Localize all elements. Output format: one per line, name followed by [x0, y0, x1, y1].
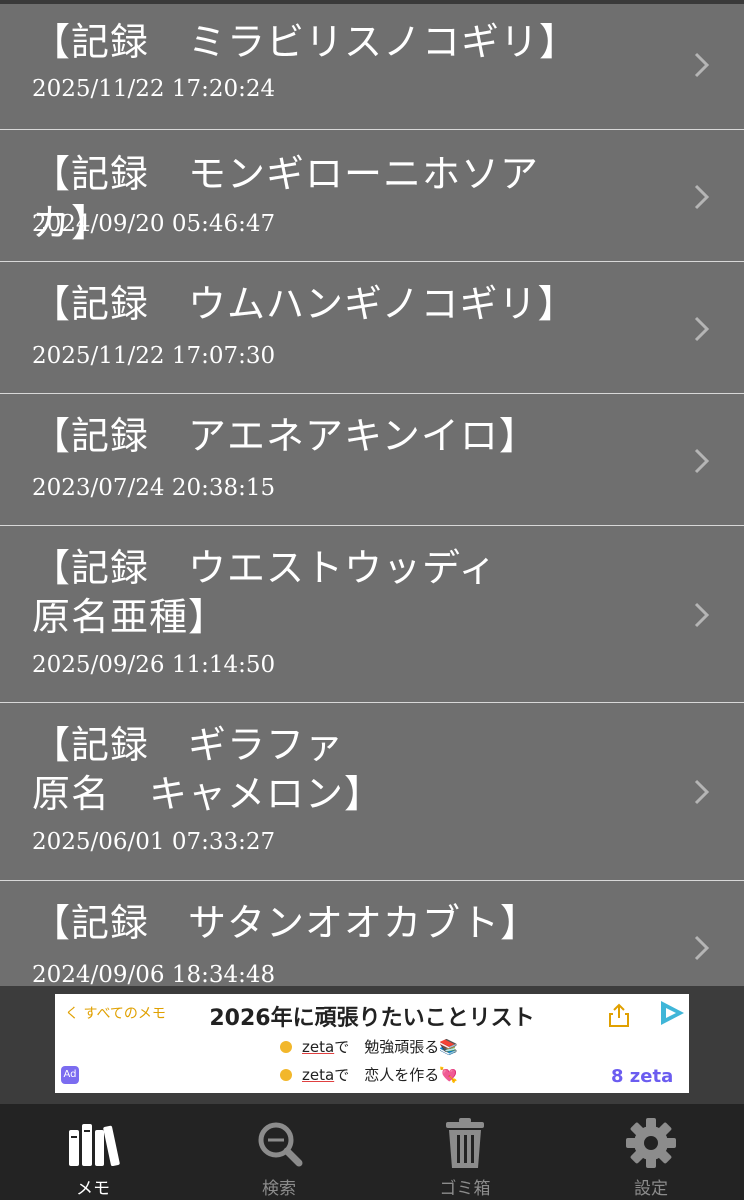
- memo-title: 【記録 アエネアキンイロ】: [32, 414, 538, 458]
- ad-line-text: で 恋人を作る💘: [334, 1066, 458, 1084]
- zeta-logo: 8 zeta: [611, 1066, 674, 1087]
- tab-trash[interactable]: ゴミ箱: [372, 1104, 558, 1200]
- chevron-right-icon: [694, 602, 710, 628]
- tab-label: 検索: [262, 1179, 296, 1199]
- memo-list-item[interactable]: 【記録 サタンオオカブト】 2024/09/06 18:34:48: [0, 881, 744, 986]
- memo-list[interactable]: 【記録 ミラビリスノコギリ】 2025/11/22 17:20:24 【記録 モ…: [0, 4, 744, 986]
- search-icon: [258, 1122, 303, 1167]
- memo-list-item[interactable]: 【記録 モンギローニホソアカ】 2024/09/20 05:46:47: [0, 130, 744, 262]
- memo-list-item[interactable]: 【記録 ウエストウッディ 原名亜種】 2025/09/26 11:14:50: [0, 526, 744, 703]
- memo-date: 2024/09/20 05:46:47: [32, 211, 276, 237]
- memo-title: 【記録 ミラビリスノコギリ】: [32, 20, 579, 64]
- books-icon: [69, 1124, 120, 1167]
- tab-settings[interactable]: 設定: [558, 1104, 744, 1200]
- ad-line-2: zetaで 恋人を作る💘: [280, 1064, 458, 1085]
- bullet-icon: [280, 1041, 292, 1053]
- ad-banner-area: く すべてのメモ 2026年に頑張りたいことリスト zetaで 勉強頑張る📚 z…: [0, 986, 744, 1104]
- tab-memo[interactable]: メモ: [0, 1104, 186, 1200]
- memo-date: 2025/09/26 11:14:50: [32, 652, 276, 678]
- chevron-right-icon: [694, 184, 710, 210]
- memo-list-item[interactable]: 【記録 ウムハンギノコギリ】 2025/11/22 17:07:30: [0, 262, 744, 394]
- memo-date: 2025/11/22 17:20:24: [32, 76, 276, 102]
- share-icon: [609, 1003, 629, 1027]
- memo-list-item[interactable]: 【記録 アエネアキンイロ】 2023/07/24 20:38:15: [0, 394, 744, 526]
- ad-line-1: zetaで 勉強頑張る📚: [280, 1036, 458, 1057]
- memo-title: 【記録 ウムハンギノコギリ】: [32, 282, 577, 326]
- ad-brand: zeta: [302, 1066, 335, 1084]
- memo-date: 2023/07/24 20:38:15: [32, 475, 276, 501]
- memo-title: 【記録 ウエストウッディ 原名亜種】: [32, 546, 498, 639]
- ad-line-text: で 勉強頑張る📚: [334, 1038, 458, 1056]
- chevron-right-icon: [694, 316, 710, 342]
- memo-date: 2025/11/22 17:07:30: [32, 343, 276, 369]
- ad-banner[interactable]: く すべてのメモ 2026年に頑張りたいことリスト zetaで 勉強頑張る📚 z…: [55, 994, 689, 1093]
- tab-search[interactable]: 検索: [186, 1104, 372, 1200]
- ad-title: 2026年に頑張りたいことリスト: [209, 1006, 535, 1031]
- tab-bar: メモ 検索 ゴミ箱 設定: [0, 1104, 744, 1200]
- app-screen: 【記録 ミラビリスノコギリ】 2025/11/22 17:20:24 【記録 モ…: [0, 0, 744, 1200]
- chevron-right-icon: [694, 935, 710, 961]
- memo-title: 【記録 サタンオオカブト】: [32, 901, 540, 945]
- ad-play-icon[interactable]: [657, 998, 687, 1028]
- chevron-right-icon: [694, 448, 710, 474]
- chevron-right-icon: [694, 779, 710, 805]
- chevron-right-icon: [694, 52, 710, 78]
- tab-label: 設定: [634, 1179, 668, 1199]
- memo-list-item[interactable]: 【記録 ミラビリスノコギリ】 2025/11/22 17:20:24: [0, 4, 744, 130]
- trash-icon: [446, 1118, 484, 1168]
- memo-date: 2025/06/01 07:33:27: [32, 829, 276, 855]
- ad-brand: zeta: [302, 1038, 335, 1056]
- gear-icon: [626, 1118, 676, 1168]
- memo-title: 【記録 ギラファ 原名 キャメロン】: [32, 723, 384, 816]
- memo-date: 2024/09/06 18:34:48: [32, 962, 276, 986]
- memo-list-item[interactable]: 【記録 ギラファ 原名 キャメロン】 2025/06/01 07:33:27: [0, 703, 744, 881]
- tab-label: ゴミ箱: [439, 1179, 491, 1199]
- bullet-icon: [280, 1069, 292, 1081]
- tab-label: メモ: [76, 1179, 110, 1199]
- ad-app-icon: Ad: [61, 1066, 79, 1084]
